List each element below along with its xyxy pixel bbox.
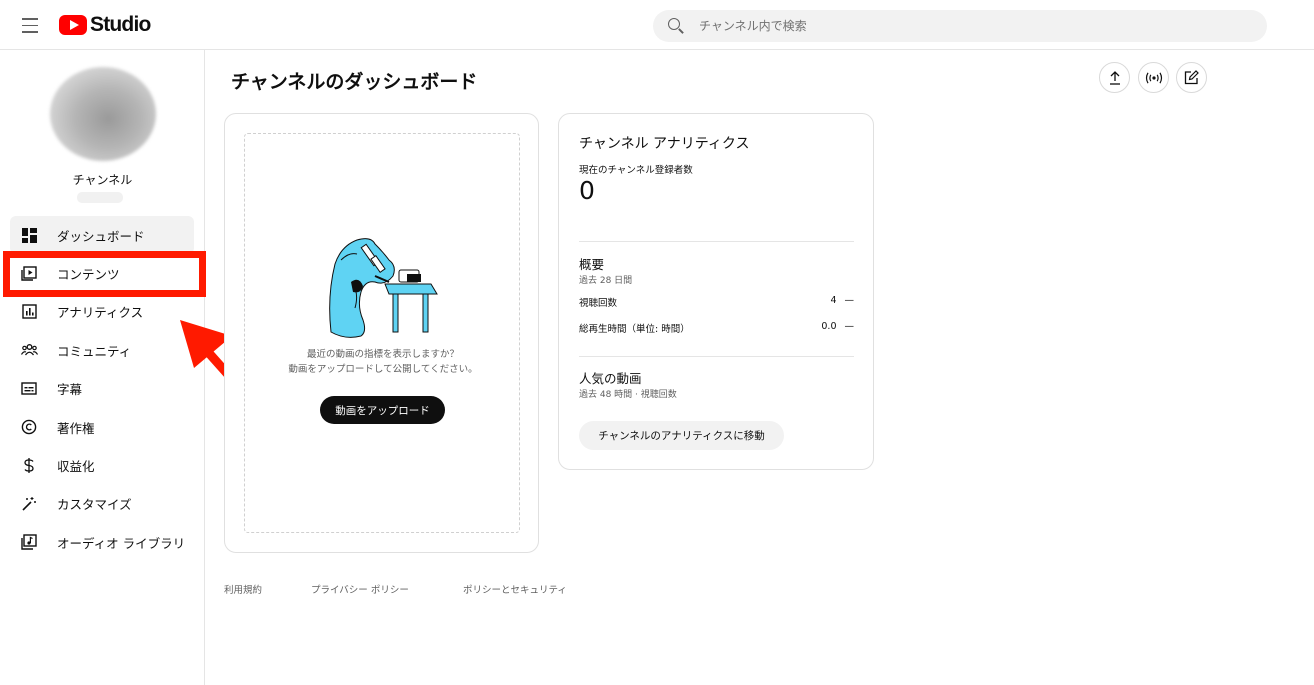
studio-logo[interactable]: Studio [59, 12, 151, 38]
dollar-icon [20, 457, 38, 475]
summary-period: 過去 28 日間 [579, 276, 633, 286]
sidebar-item-label: オーディオ ライブラリ [57, 535, 186, 551]
upload-dropzone[interactable]: 最近の動画の指標を表示しますか？ 動画をアップロードして公開してください。 動画… [244, 133, 520, 533]
sidebar-item-customization[interactable]: カスタマイズ [10, 485, 194, 523]
footer-link-policy[interactable]: ポリシーとセキュリティ [463, 582, 567, 596]
search-icon[interactable] [667, 17, 685, 35]
search-input[interactable] [699, 19, 1239, 33]
microscope-illustration [329, 238, 438, 338]
metric-trend: — [844, 321, 855, 332]
upload-prompt: 最近の動画の指標を表示しますか？ 動画をアップロードして公開してください。 [245, 347, 521, 377]
upload-icon [1109, 70, 1120, 85]
sidebar-item-copyright[interactable]: 著作権 [10, 408, 194, 446]
sidebar-item-community[interactable]: コミュニティ [10, 331, 194, 369]
sidebar-item-label: カスタマイズ [57, 497, 132, 513]
popular-videos-period: 過去 48 時間 · 視聴回数 [579, 390, 677, 400]
subscribers-count: 0 [579, 176, 595, 205]
divider [579, 356, 854, 357]
logo-text: Studio [90, 13, 151, 36]
sidebar: チャンネル ダッシュボード コンテンツ アナリティクス コミュニティ 字幕 著作… [0, 50, 205, 685]
metric-trend: — [844, 295, 855, 306]
copyright-icon [20, 418, 38, 436]
create-post-button[interactable] [1176, 62, 1207, 93]
upload-button[interactable] [1099, 62, 1130, 93]
menu-icon[interactable] [18, 13, 42, 37]
go-to-analytics-button[interactable]: チャンネルのアナリティクスに移動 [579, 421, 784, 450]
channel-avatar[interactable] [50, 67, 156, 161]
metric-row-watch-time: 総再生時間（単位: 時間） 0.0 — [579, 321, 854, 335]
channel-name: チャンネル [72, 173, 133, 187]
footer-link-terms[interactable]: 利用規約 [224, 582, 262, 596]
upload-prompt-line2: 動画をアップロードして公開してください。 [288, 364, 478, 375]
divider [579, 241, 854, 242]
sidebar-item-label: 著作権 [57, 420, 95, 436]
analytics-title: チャンネル アナリティクス [579, 136, 750, 152]
audio-library-icon [20, 533, 38, 551]
upload-video-button[interactable]: 動画をアップロード [320, 396, 445, 424]
community-icon [20, 341, 38, 359]
upload-card: 最近の動画の指標を表示しますか？ 動画をアップロードして公開してください。 動画… [224, 113, 539, 553]
sidebar-nav: ダッシュボード コンテンツ アナリティクス コミュニティ 字幕 著作権 収益化 … [10, 216, 194, 562]
upload-prompt-line1: 最近の動画の指標を表示しますか？ [306, 349, 459, 360]
subscribers-label: 現在のチャンネル登録者数 [579, 165, 693, 176]
sidebar-item-dashboard[interactable]: ダッシュボード [10, 216, 194, 255]
analytics-icon [20, 303, 38, 321]
metric-label: 総再生時間（単位: 時間） [579, 324, 690, 335]
content-icon [20, 265, 38, 283]
sidebar-item-content[interactable]: コンテンツ [10, 254, 194, 292]
live-icon [1145, 72, 1162, 83]
sidebar-item-monetization[interactable]: 収益化 [10, 446, 194, 484]
summary-title: 概要 [579, 257, 605, 272]
sidebar-item-subtitles[interactable]: 字幕 [10, 370, 194, 408]
sidebar-item-label: アナリティクス [57, 305, 144, 321]
youtube-play-icon [59, 15, 87, 35]
channel-handle-placeholder [77, 192, 123, 203]
edit-icon [1184, 70, 1199, 85]
popular-videos-title: 人気の動画 [579, 371, 642, 386]
metric-value: 4 [830, 295, 837, 306]
page-title: チャンネルのダッシュボード [231, 71, 478, 93]
magic-wand-icon [20, 495, 38, 513]
sidebar-item-label: ダッシュボード [57, 228, 145, 244]
sidebar-item-analytics[interactable]: アナリティクス [10, 293, 194, 331]
sidebar-item-label: 収益化 [57, 459, 95, 475]
metric-label: 視聴回数 [579, 298, 618, 309]
subtitles-icon [20, 380, 38, 398]
channel-analytics-card: チャンネル アナリティクス 現在のチャンネル登録者数 0 概要 過去 28 日間… [558, 113, 874, 470]
footer-link-privacy[interactable]: プライバシー ポリシー [311, 582, 409, 596]
sidebar-item-audio-library[interactable]: オーディオ ライブラリ [10, 523, 194, 561]
metric-value: 0.0 [821, 321, 837, 332]
search-bar[interactable] [653, 10, 1267, 42]
metric-row-views: 視聴回数 4 — [579, 295, 854, 309]
sidebar-item-label: コンテンツ [57, 267, 120, 283]
sidebar-item-label: コミュニティ [57, 343, 132, 359]
sidebar-item-label: 字幕 [57, 382, 83, 398]
go-live-button[interactable] [1138, 62, 1169, 93]
dashboard-icon [20, 226, 38, 244]
top-bar: Studio [0, 0, 1314, 50]
